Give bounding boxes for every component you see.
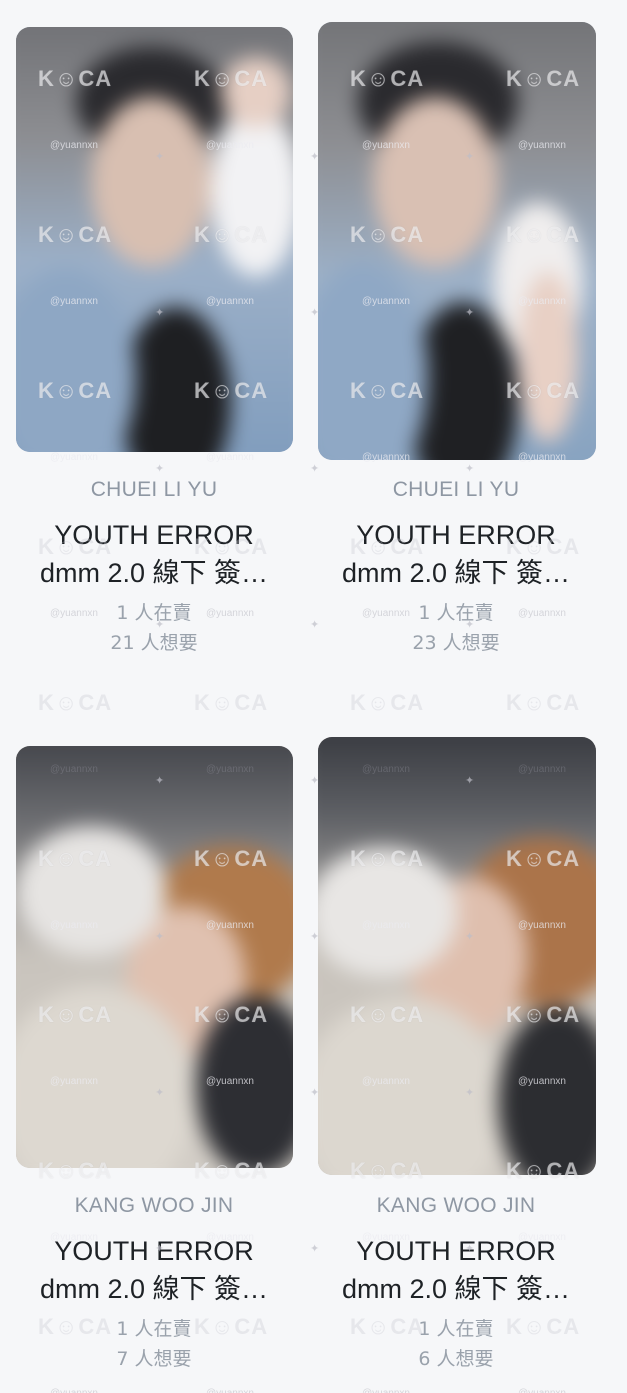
card-title-line2: dmm 2.0 線下 簽… bbox=[341, 1274, 571, 1304]
card-info[interactable]: KANG WOO JIN YOUTH ERROR dmm 2.0 線下 簽… 1… bbox=[4, 1194, 304, 1374]
sparkle-icon: ✦ bbox=[310, 462, 320, 475]
artist-name: CHUEI LI YU bbox=[90, 478, 218, 501]
koca-watermark-logo: K☺CA bbox=[350, 690, 425, 715]
selling-count: 1 人在賣 bbox=[418, 602, 494, 624]
watermark-handle: @yuannxn bbox=[206, 452, 254, 463]
koca-watermark-logo: K☺CA bbox=[38, 690, 113, 715]
selling-count: 1 人在賣 bbox=[116, 602, 192, 624]
wanting-count: 21 人想要 bbox=[110, 632, 198, 654]
wanting-count: 6 人想要 bbox=[418, 1348, 494, 1370]
photocard-image[interactable] bbox=[318, 22, 596, 460]
watermark-handle: @yuannxn bbox=[206, 1388, 254, 1393]
blurred-photo bbox=[16, 27, 293, 452]
blurred-photo bbox=[318, 737, 596, 1175]
card-info[interactable]: KANG WOO JIN YOUTH ERROR dmm 2.0 線下 簽… 1… bbox=[306, 1194, 606, 1374]
artist-name: KANG WOO JIN bbox=[376, 1194, 536, 1217]
wanting-count: 23 人想要 bbox=[412, 632, 500, 654]
card-title-line1: YOUTH ERROR bbox=[356, 1236, 556, 1266]
selling-count: 1 人在賣 bbox=[116, 1318, 192, 1340]
card-title-line2: dmm 2.0 線下 簽… bbox=[39, 1274, 269, 1304]
watermark-handle: @yuannxn bbox=[518, 1388, 566, 1393]
watermark-handle: @yuannxn bbox=[50, 1388, 98, 1393]
watermark-handle: @yuannxn bbox=[50, 452, 98, 463]
card-title-line2: dmm 2.0 線下 簽… bbox=[341, 558, 571, 588]
photocard-image[interactable] bbox=[318, 737, 596, 1175]
koca-watermark-logo: K☺CA bbox=[194, 690, 269, 715]
blurred-photo bbox=[16, 746, 293, 1168]
photocard-image[interactable] bbox=[16, 27, 293, 452]
selling-count: 1 人在賣 bbox=[418, 1318, 494, 1340]
card-title-line1: YOUTH ERROR bbox=[54, 520, 254, 550]
card-info[interactable]: CHUEI LI YU YOUTH ERROR dmm 2.0 線下 簽… 1 … bbox=[4, 478, 304, 658]
sparkle-icon: ✦ bbox=[465, 462, 475, 475]
card-title-line1: YOUTH ERROR bbox=[356, 520, 556, 550]
artist-name: KANG WOO JIN bbox=[74, 1194, 234, 1217]
photocard-image[interactable] bbox=[16, 746, 293, 1168]
watermark-handle: @yuannxn bbox=[362, 1388, 410, 1393]
wanting-count: 7 人想要 bbox=[116, 1348, 192, 1370]
koca-watermark-logo: K☺CA bbox=[506, 690, 581, 715]
card-title-line2: dmm 2.0 線下 簽… bbox=[39, 558, 269, 588]
blurred-photo bbox=[318, 22, 596, 460]
card-title-line1: YOUTH ERROR bbox=[54, 1236, 254, 1266]
artist-name: CHUEI LI YU bbox=[392, 478, 520, 501]
card-info[interactable]: CHUEI LI YU YOUTH ERROR dmm 2.0 線下 簽… 1 … bbox=[306, 478, 606, 658]
sparkle-icon: ✦ bbox=[155, 462, 165, 475]
